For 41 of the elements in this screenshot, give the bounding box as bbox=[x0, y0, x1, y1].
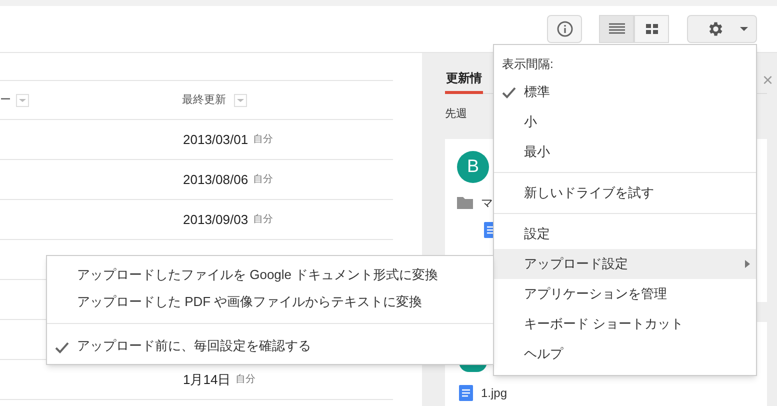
period-label: 先週 bbox=[445, 107, 467, 122]
menu-item[interactable]: 設定 bbox=[494, 219, 756, 249]
menu-item[interactable]: 新しいドライブを試す bbox=[494, 178, 756, 208]
folder-name: マ bbox=[481, 194, 493, 212]
sort-icon bbox=[234, 94, 247, 106]
folder-icon bbox=[457, 196, 473, 209]
date-text: 1月14日 bbox=[183, 370, 231, 389]
info-icon bbox=[556, 21, 572, 37]
sort-icon bbox=[16, 94, 29, 106]
menu-item[interactable]: 小 bbox=[494, 107, 756, 137]
list-view-button[interactable] bbox=[599, 15, 634, 43]
owner-text: 自分 bbox=[253, 133, 274, 147]
avatar: B bbox=[457, 150, 489, 182]
column-header[interactable]: ー bbox=[0, 92, 11, 108]
menu-item[interactable]: アプリケーションを管理 bbox=[494, 279, 756, 309]
date-text: 2013/03/01 bbox=[183, 130, 248, 149]
owner-text: 自分 bbox=[253, 213, 274, 227]
date-text: 2013/09/03 bbox=[183, 210, 248, 229]
menu-item[interactable]: キーボード ショートカット bbox=[494, 309, 756, 339]
menu-item[interactable]: アップロード前に、毎回設定を確認する bbox=[47, 332, 493, 359]
grid-icon bbox=[646, 24, 658, 34]
owner-text: 自分 bbox=[236, 373, 256, 387]
menu-item[interactable]: ヘルプ bbox=[494, 339, 756, 369]
grid-view-button[interactable] bbox=[634, 15, 669, 43]
file-name: 1.jpg bbox=[481, 384, 508, 402]
menu-item[interactable]: アップロードしたファイルを Google ドキュメント形式に変換 bbox=[47, 261, 493, 288]
arrow-icon bbox=[745, 260, 750, 268]
activity-tab[interactable]: 更新情 bbox=[445, 69, 483, 94]
list-icon bbox=[608, 23, 624, 35]
menu-item[interactable]: 最小 bbox=[494, 137, 756, 167]
menu-item[interactable]: アップロードした PDF や画像ファイルからテキストに変換 bbox=[47, 288, 493, 315]
settings-button[interactable] bbox=[687, 15, 757, 43]
menu-item[interactable]: アップロード設定 bbox=[494, 249, 756, 279]
menu-item[interactable]: 標準 bbox=[494, 77, 756, 107]
caret-icon bbox=[740, 27, 748, 31]
menu-header: 表示間隔: bbox=[501, 56, 554, 73]
column-header[interactable]: 最終更新 bbox=[182, 92, 226, 108]
document-icon bbox=[459, 384, 473, 400]
date-text: 2013/08/06 bbox=[183, 170, 248, 189]
info-button[interactable] bbox=[547, 15, 582, 43]
owner-text: 自分 bbox=[253, 173, 274, 187]
